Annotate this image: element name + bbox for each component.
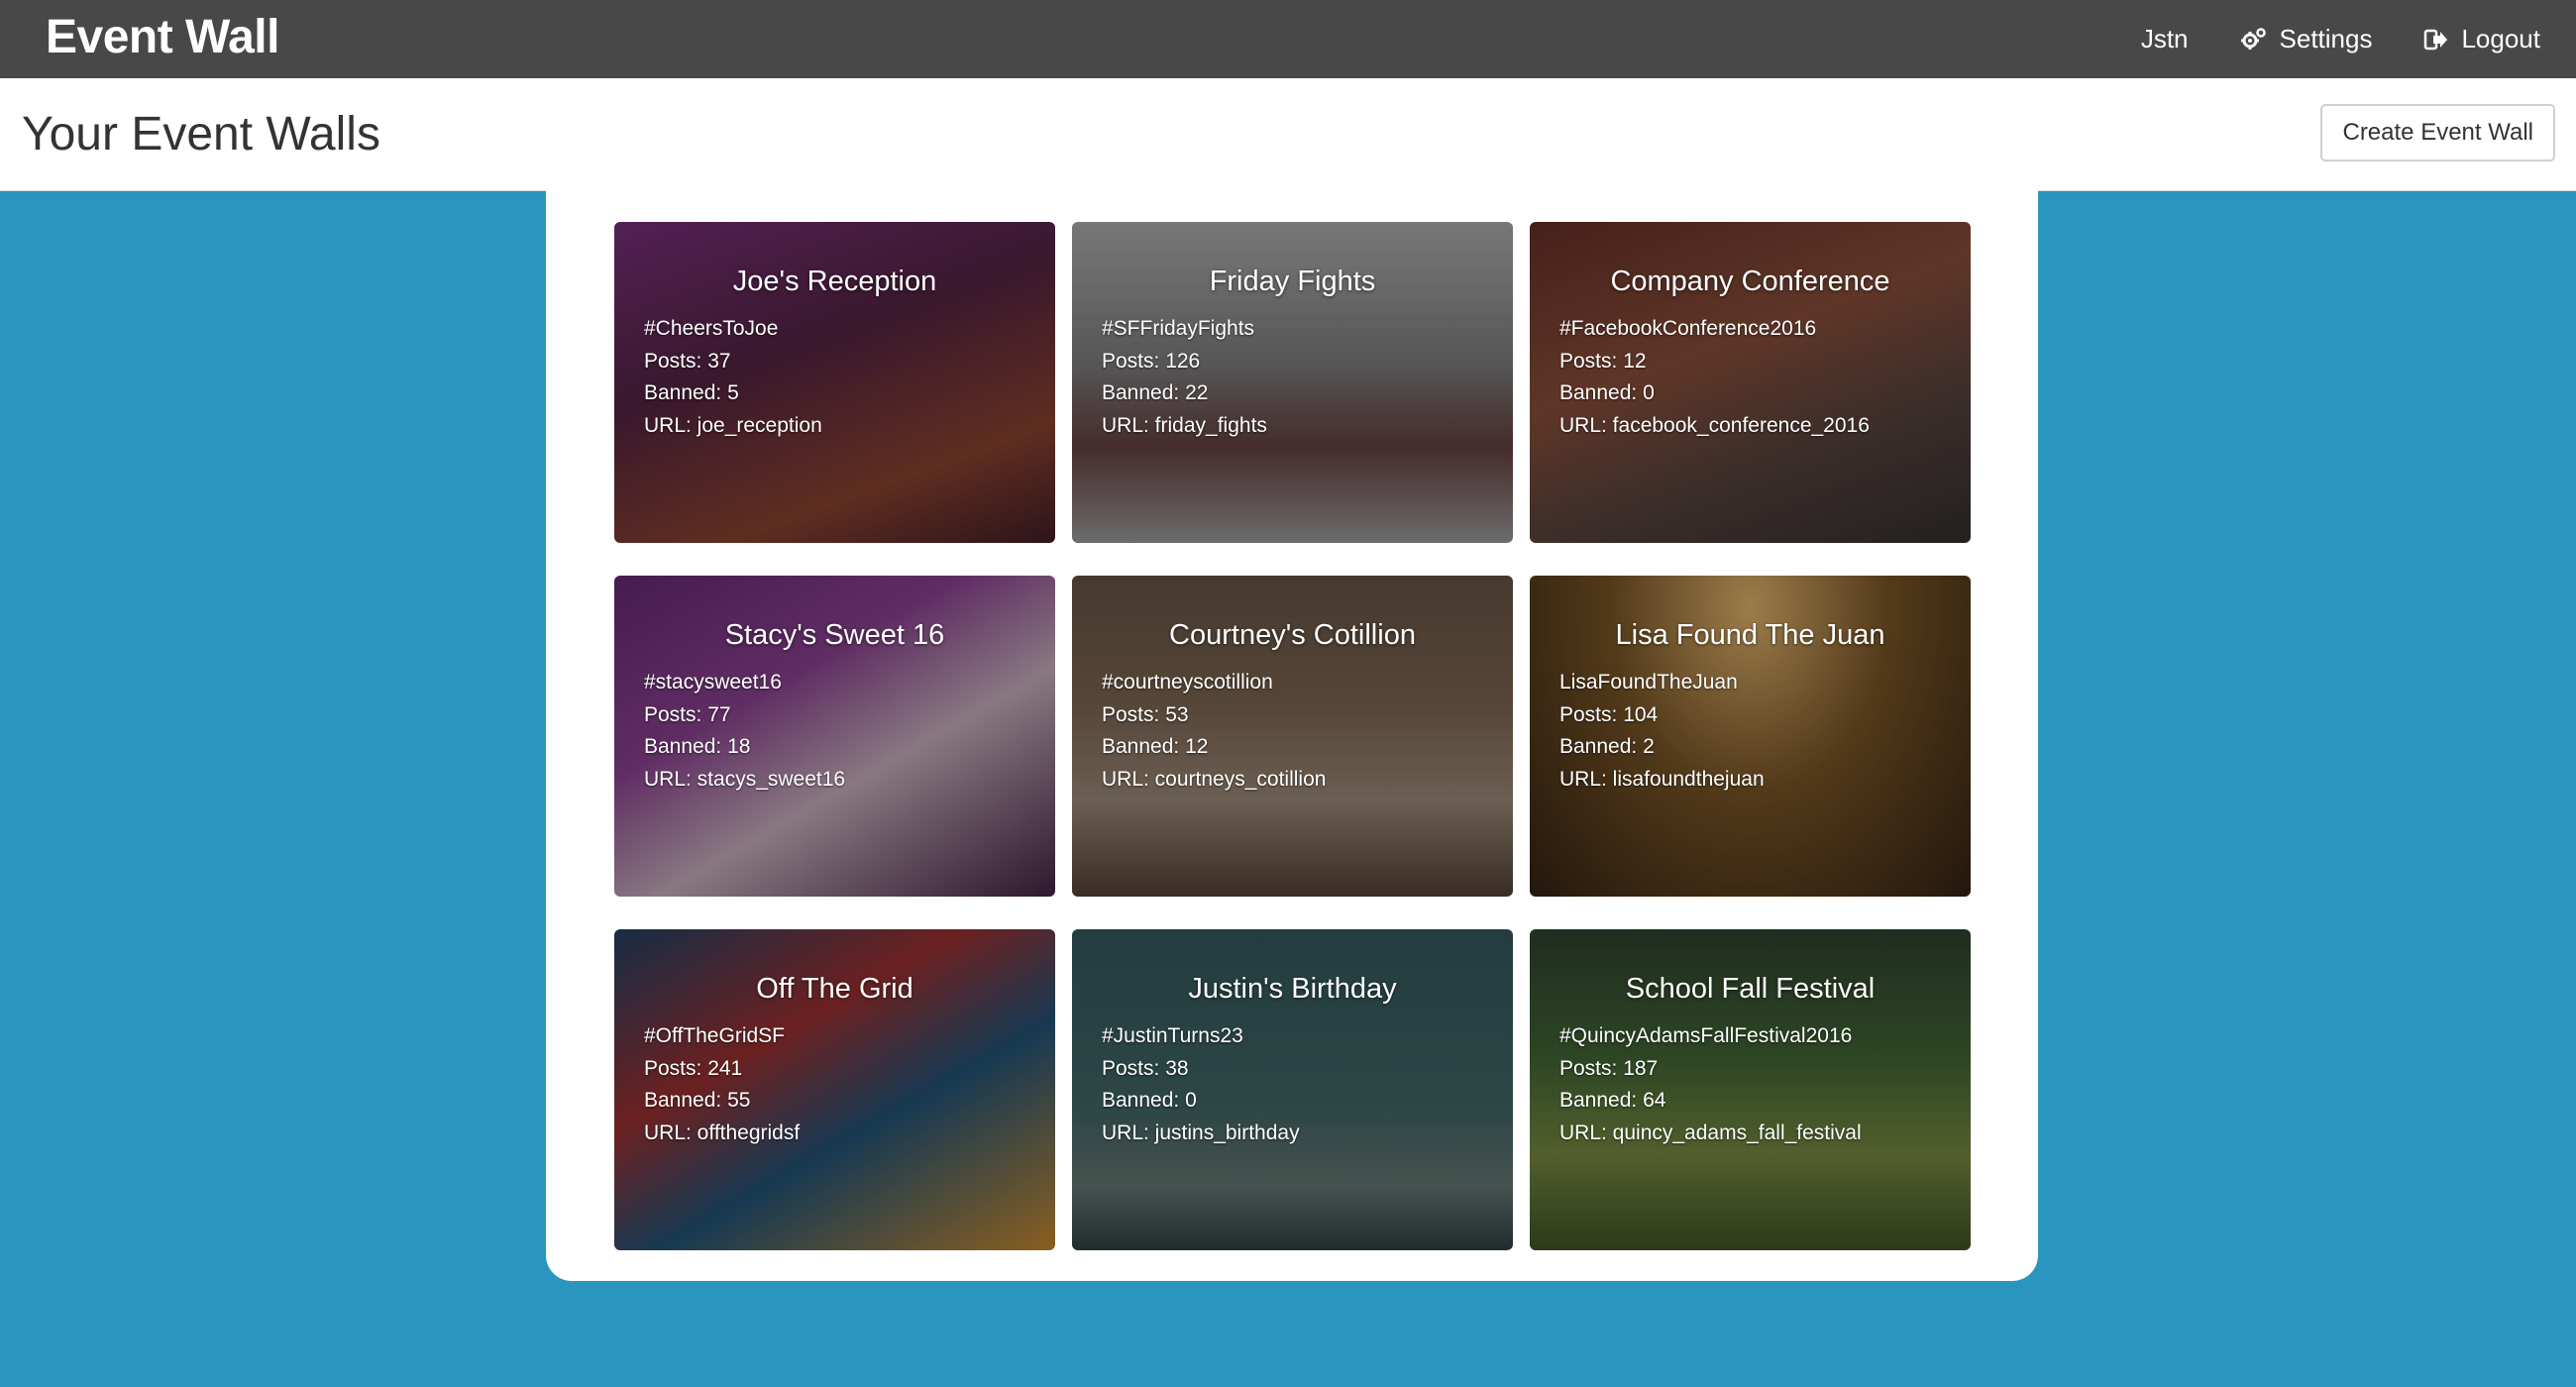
card-body: Off The Grid #OffTheGridSF Posts: 241 Ba… bbox=[614, 929, 1055, 1149]
card-details: #stacysweet16 Posts: 77 Banned: 18 URL: … bbox=[644, 667, 1025, 796]
card-url: URL: lisafoundthejuan bbox=[1559, 767, 1765, 791]
card-posts: Posts: 37 bbox=[644, 349, 731, 373]
card-posts: Posts: 104 bbox=[1559, 702, 1659, 726]
card-posts: Posts: 12 bbox=[1559, 349, 1647, 373]
card-details: #CheersToJoe Posts: 37 Banned: 5 URL: jo… bbox=[644, 313, 1025, 442]
card-banned: Banned: 22 bbox=[1102, 381, 1209, 404]
card-title: Off The Grid bbox=[756, 973, 913, 1005]
event-wall-card[interactable]: Courtney's Cotillion #courtneyscotillion… bbox=[1072, 576, 1513, 897]
card-banned: Banned: 5 bbox=[644, 381, 739, 404]
event-wall-card[interactable]: Stacy's Sweet 16 #stacysweet16 Posts: 77… bbox=[614, 576, 1055, 897]
card-url: URL: friday_fights bbox=[1102, 413, 1267, 437]
create-event-wall-button[interactable]: Create Event Wall bbox=[2320, 104, 2555, 161]
card-body: Friday Fights #SFFridayFights Posts: 126… bbox=[1072, 222, 1513, 442]
card-url: URL: joe_reception bbox=[644, 413, 822, 437]
card-url: URL: facebook_conference_2016 bbox=[1559, 413, 1870, 437]
event-wall-card[interactable]: Company Conference #FacebookConference20… bbox=[1530, 222, 1971, 543]
card-hashtag: #courtneyscotillion bbox=[1102, 671, 1273, 694]
card-details: #JustinTurns23 Posts: 38 Banned: 0 URL: … bbox=[1102, 1020, 1483, 1149]
card-title: Justin's Birthday bbox=[1188, 973, 1397, 1005]
event-wall-grid: Joe's Reception #CheersToJoe Posts: 37 B… bbox=[614, 222, 1971, 1250]
card-hashtag: #OffTheGridSF bbox=[644, 1024, 785, 1047]
user-name: Jstn bbox=[2140, 24, 2189, 53]
card-posts: Posts: 77 bbox=[644, 702, 731, 726]
event-wall-card[interactable]: Lisa Found The Juan LisaFoundTheJuan Pos… bbox=[1530, 576, 1971, 897]
card-title: Friday Fights bbox=[1209, 266, 1376, 297]
card-hashtag: #stacysweet16 bbox=[644, 671, 782, 694]
card-body: Company Conference #FacebookConference20… bbox=[1530, 222, 1971, 442]
card-banned: Banned: 18 bbox=[644, 735, 751, 758]
card-hashtag: LisaFoundTheJuan bbox=[1559, 671, 1738, 694]
page-title: Your Event Walls bbox=[22, 108, 380, 160]
card-details: #OffTheGridSF Posts: 241 Banned: 55 URL:… bbox=[644, 1020, 1025, 1149]
card-title: School Fall Festival bbox=[1625, 973, 1876, 1005]
settings-label: Settings bbox=[2279, 24, 2373, 53]
event-wall-card[interactable]: Friday Fights #SFFridayFights Posts: 126… bbox=[1072, 222, 1513, 543]
event-wall-card[interactable]: Joe's Reception #CheersToJoe Posts: 37 B… bbox=[614, 222, 1055, 543]
card-url: URL: quincy_adams_fall_festival bbox=[1559, 1120, 1862, 1144]
card-posts: Posts: 53 bbox=[1102, 702, 1189, 726]
logout-label: Logout bbox=[2461, 24, 2540, 53]
card-url: URL: offthegridsf bbox=[644, 1120, 801, 1144]
card-body: Courtney's Cotillion #courtneyscotillion… bbox=[1072, 576, 1513, 796]
event-wall-card[interactable]: Justin's Birthday #JustinTurns23 Posts: … bbox=[1072, 929, 1513, 1250]
card-hashtag: #CheersToJoe bbox=[644, 317, 779, 340]
card-hashtag: #SFFridayFights bbox=[1102, 317, 1255, 340]
card-hashtag: #QuincyAdamsFallFestival2016 bbox=[1559, 1024, 1853, 1047]
card-banned: Banned: 55 bbox=[644, 1089, 751, 1112]
event-wall-card[interactable]: Off The Grid #OffTheGridSF Posts: 241 Ba… bbox=[614, 929, 1055, 1250]
card-title: Lisa Found The Juan bbox=[1615, 619, 1885, 651]
card-posts: Posts: 187 bbox=[1559, 1056, 1659, 1080]
card-banned: Banned: 12 bbox=[1102, 735, 1209, 758]
card-banned: Banned: 0 bbox=[1102, 1089, 1197, 1112]
top-navbar: Event Wall Jstn Settings Logout bbox=[0, 0, 2576, 78]
card-details: #SFFridayFights Posts: 126 Banned: 22 UR… bbox=[1102, 313, 1483, 442]
nav-menu: Jstn Settings Logout bbox=[2141, 0, 2540, 78]
card-banned: Banned: 64 bbox=[1559, 1089, 1666, 1112]
card-body: School Fall Festival #QuincyAdamsFallFes… bbox=[1530, 929, 1971, 1149]
card-title: Stacy's Sweet 16 bbox=[724, 619, 945, 651]
card-hashtag: #JustinTurns23 bbox=[1102, 1024, 1243, 1047]
card-posts: Posts: 126 bbox=[1102, 349, 1201, 373]
card-title: Company Conference bbox=[1610, 266, 1890, 297]
user-menu[interactable]: Jstn bbox=[2141, 24, 2189, 54]
event-wall-card[interactable]: School Fall Festival #QuincyAdamsFallFes… bbox=[1530, 929, 1971, 1250]
card-body: Justin's Birthday #JustinTurns23 Posts: … bbox=[1072, 929, 1513, 1149]
card-banned: Banned: 2 bbox=[1559, 735, 1655, 758]
card-body: Joe's Reception #CheersToJoe Posts: 37 B… bbox=[614, 222, 1055, 442]
card-title: Joe's Reception bbox=[732, 266, 937, 297]
card-details: #FacebookConference2016 Posts: 12 Banned… bbox=[1559, 313, 1941, 442]
logout-icon bbox=[2423, 28, 2449, 52]
card-details: #courtneyscotillion Posts: 53 Banned: 12… bbox=[1102, 667, 1483, 796]
card-banned: Banned: 0 bbox=[1559, 381, 1655, 404]
card-posts: Posts: 241 bbox=[644, 1056, 743, 1080]
gears-icon bbox=[2240, 27, 2268, 53]
settings-link[interactable]: Settings bbox=[2240, 24, 2373, 54]
card-url: URL: justins_birthday bbox=[1102, 1120, 1300, 1144]
card-body: Lisa Found The Juan LisaFoundTheJuan Pos… bbox=[1530, 576, 1971, 796]
card-hashtag: #FacebookConference2016 bbox=[1559, 317, 1817, 340]
event-walls-panel: Joe's Reception #CheersToJoe Posts: 37 B… bbox=[546, 190, 2038, 1281]
page-header: Your Event Walls Create Event Wall bbox=[0, 78, 2576, 191]
card-title: Courtney's Cotillion bbox=[1169, 619, 1416, 651]
card-details: LisaFoundTheJuan Posts: 104 Banned: 2 UR… bbox=[1559, 667, 1941, 796]
card-posts: Posts: 38 bbox=[1102, 1056, 1189, 1080]
card-url: URL: courtneys_cotillion bbox=[1102, 767, 1327, 791]
brand-logo[interactable]: Event Wall bbox=[46, 0, 279, 78]
card-url: URL: stacys_sweet16 bbox=[644, 767, 846, 791]
logout-link[interactable]: Logout bbox=[2423, 24, 2540, 54]
card-details: #QuincyAdamsFallFestival2016 Posts: 187 … bbox=[1559, 1020, 1941, 1149]
card-body: Stacy's Sweet 16 #stacysweet16 Posts: 77… bbox=[614, 576, 1055, 796]
